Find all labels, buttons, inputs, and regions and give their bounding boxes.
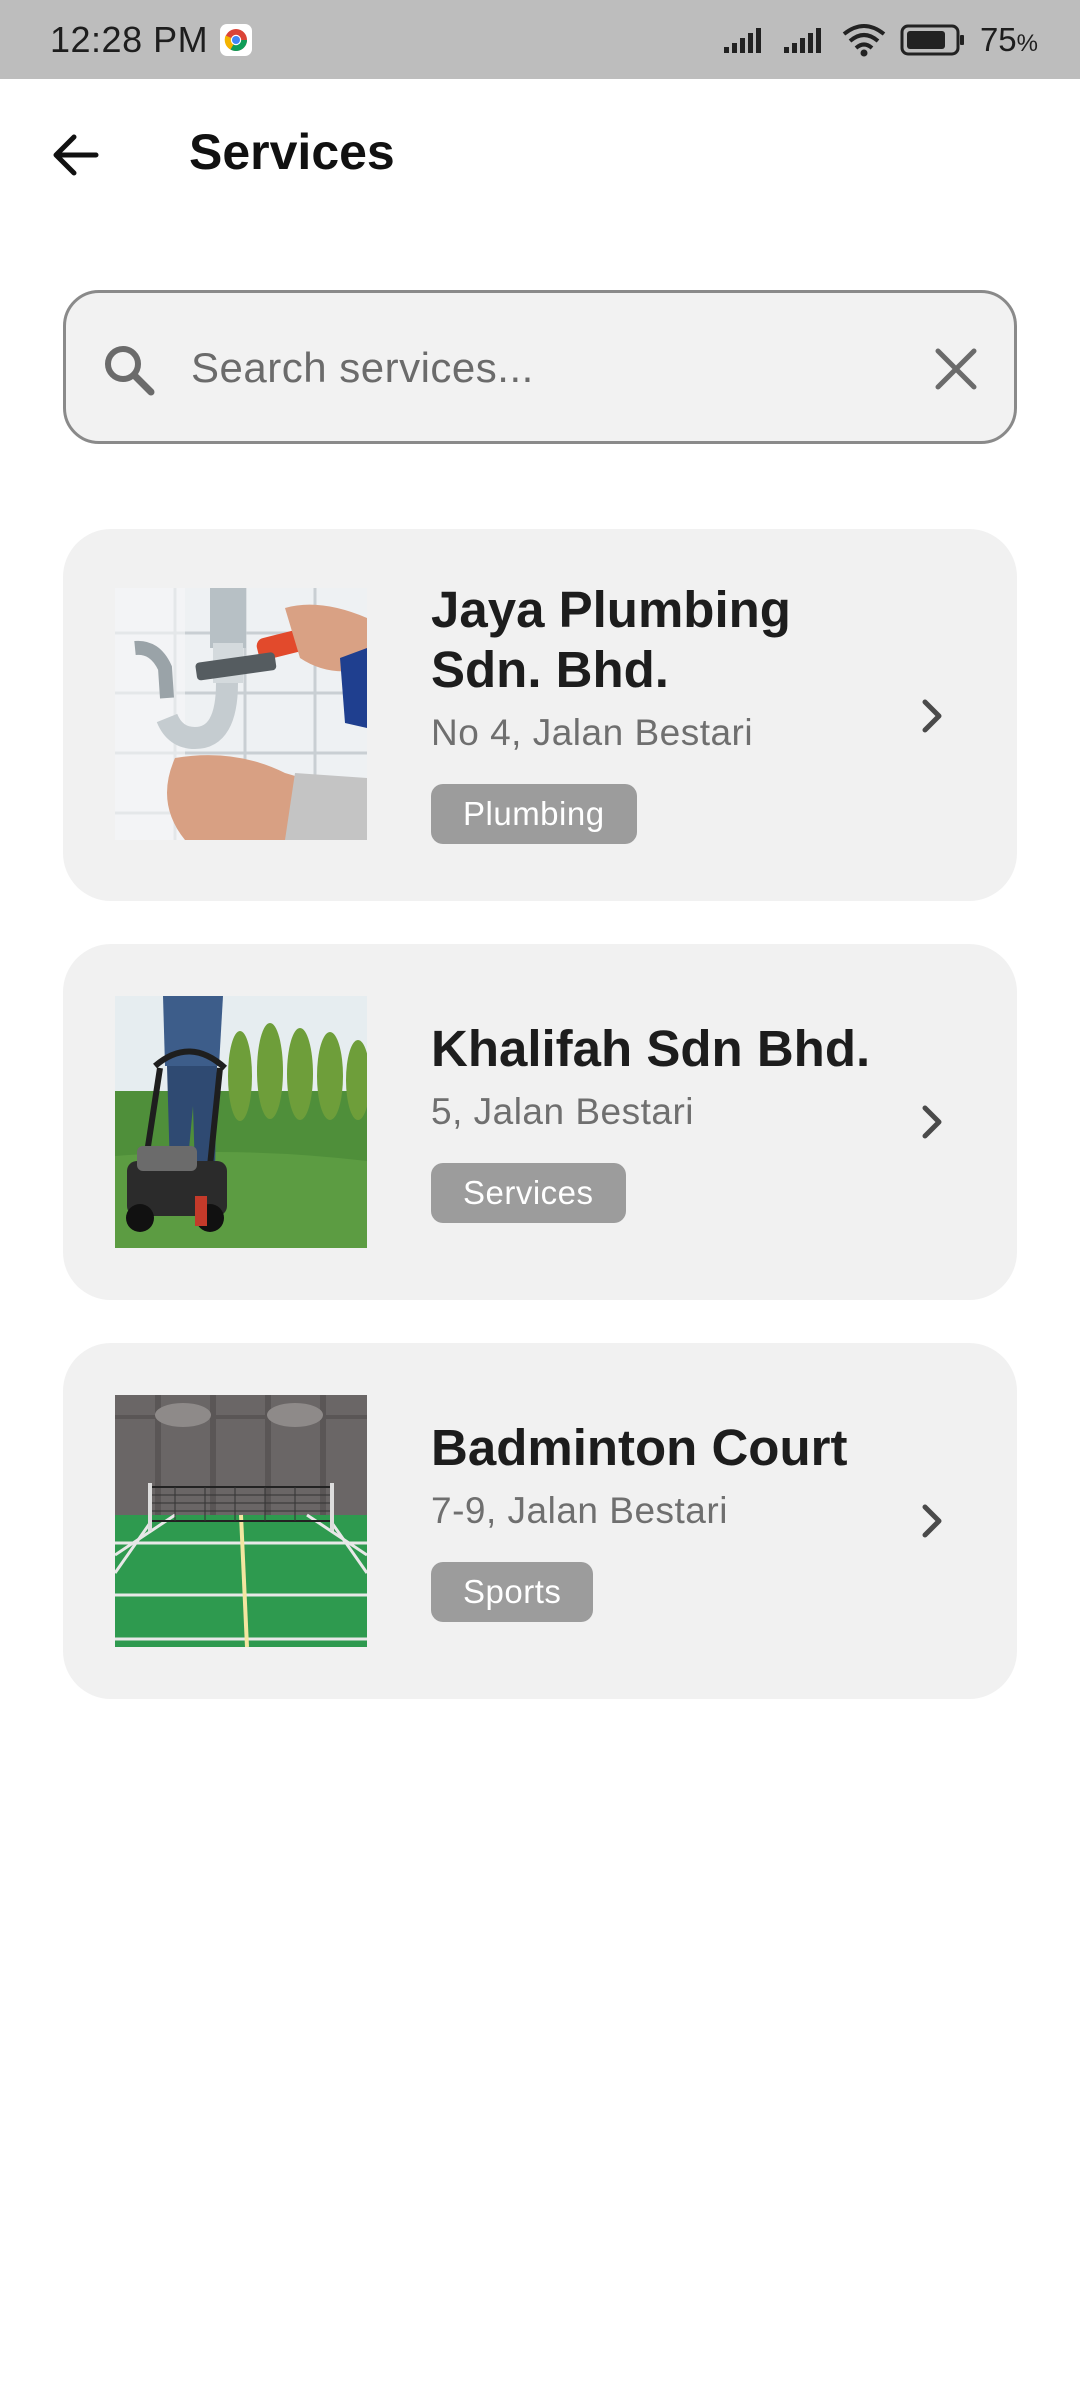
- service-info: Khalifah Sdn Bhd. 5, Jalan Bestari Servi…: [431, 1019, 931, 1223]
- plumbing-photo: [115, 588, 367, 840]
- chevron-right-icon: [922, 1504, 942, 1538]
- service-name: Khalifah Sdn Bhd.: [431, 1020, 871, 1077]
- service-card[interactable]: Khalifah Sdn Bhd. 5, Jalan Bestari Servi…: [63, 944, 1017, 1300]
- app-header: Services: [0, 79, 1080, 229]
- service-address: 5, Jalan Bestari: [431, 1091, 695, 1132]
- search-icon: [105, 346, 155, 396]
- chevron-right-icon: [922, 1105, 942, 1139]
- close-icon[interactable]: [928, 341, 984, 397]
- chrome-icon: [220, 23, 253, 56]
- category-tag: Sports: [431, 1562, 594, 1622]
- service-info: Badminton Court 7-9, Jalan Bestari Sport…: [431, 1418, 931, 1622]
- category-tag: Plumbing: [431, 784, 637, 844]
- service-address: No 4, Jalan Bestari: [431, 712, 754, 753]
- battery-percentage: 75%: [979, 20, 1038, 58]
- status-bar: 12:28 PM 75%: [0, 0, 1080, 79]
- arrow-left-icon: [53, 134, 99, 176]
- service-name: Badminton Court: [431, 1419, 848, 1476]
- service-card[interactable]: Jaya Plumbing Sdn. Bhd. No 4, Jalan Besta…: [63, 529, 1017, 901]
- badminton-court-photo: [115, 1395, 367, 1647]
- status-time: 12:28 PM: [50, 18, 209, 60]
- lawn-mower-photo: [115, 996, 367, 1248]
- service-card[interactable]: Badminton Court 7-9, Jalan Bestari Sport…: [63, 1343, 1017, 1699]
- chevron-right-icon: [922, 699, 942, 733]
- service-address: 7-9, Jalan Bestari: [431, 1490, 728, 1531]
- back-button[interactable]: [40, 125, 110, 185]
- signal-icon: [783, 27, 821, 53]
- status-left: 12:28 PM: [50, 18, 253, 61]
- service-info: Jaya Plumbing Sdn. Bhd. No 4, Jalan Besta…: [431, 580, 931, 844]
- signal-icon: [723, 27, 761, 53]
- search-box[interactable]: [63, 290, 1017, 444]
- status-right: 75%: [722, 21, 1038, 59]
- battery-icon: [900, 24, 964, 55]
- page-title: Services: [189, 124, 395, 180]
- search-input[interactable]: [191, 335, 871, 401]
- service-name: Jaya Plumbing Sdn. Bhd.: [431, 581, 791, 698]
- wifi-icon: [842, 23, 886, 56]
- category-tag: Services: [431, 1163, 626, 1223]
